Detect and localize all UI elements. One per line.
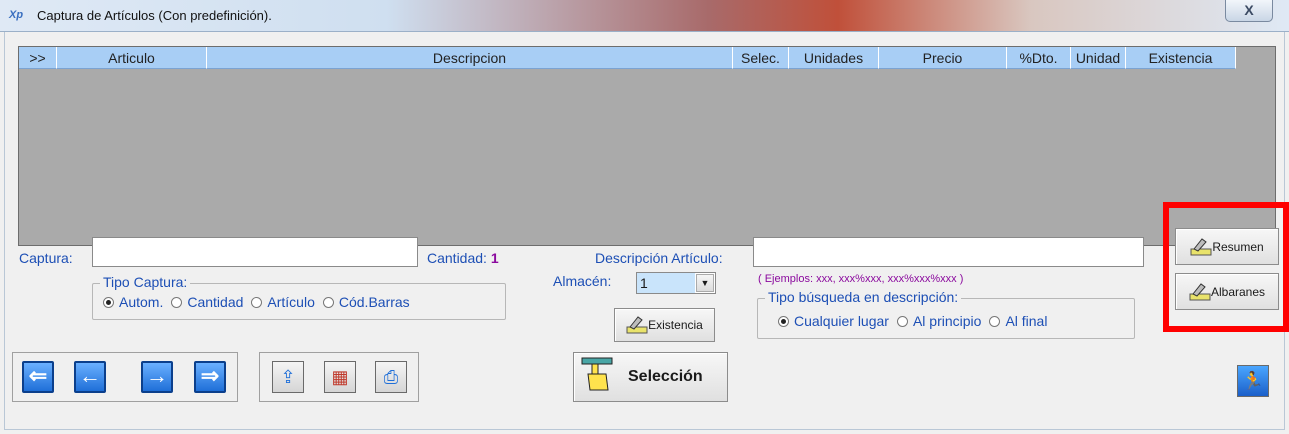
radio-al-principio-circle[interactable] [896,315,908,327]
descripcion-label: Descripción Artículo: [595,250,723,266]
arrow-first-icon[interactable]: ⇐ [22,361,54,393]
chevron-down-icon[interactable]: ▼ [696,274,714,292]
descripcion-input[interactable] [753,237,1144,267]
radio-codbarras[interactable]: Cód.Barras [322,294,410,310]
pointing-hand-icon [580,356,614,399]
radio-cualquier-lugar[interactable]: Cualquier lugar [778,313,889,329]
running-man-icon[interactable]: 🏃 [1237,365,1269,397]
radio-codbarras-label[interactable]: Cód.Barras [339,294,410,310]
almacen-value[interactable]: 1 [637,273,695,293]
col-header-articulo[interactable]: Articulo [57,47,207,69]
radio-al-final-circle[interactable] [989,315,1001,327]
radio-articulo-circle[interactable] [251,296,263,308]
existencia-button-label[interactable]: Existencia [648,318,703,332]
radio-cantidad-circle[interactable] [171,296,183,308]
col-header-unidades[interactable]: Unidades [789,47,879,69]
arrow-last-icon[interactable]: ⇒ [194,361,226,393]
radio-cantidad-label[interactable]: Cantidad [187,294,243,310]
seleccion-button-label[interactable]: Selección [628,368,703,386]
radio-codbarras-circle[interactable] [322,296,334,308]
col-header-unidad[interactable]: Unidad [1071,47,1126,69]
tipo-busqueda-group: Tipo búsqueda en descripción: Cualquier … [757,289,1135,339]
radio-al-principio[interactable]: Al principio [896,313,981,329]
radio-articulo-label[interactable]: Artículo [267,294,314,310]
upload-icon[interactable]: ⇪ [272,361,304,393]
title-bar: Xp Captura de Artículos (Con predefinici… [0,0,1289,32]
radio-autom-label[interactable]: Autom. [119,294,163,310]
nav-button-group: ⇐ ← → ⇒ [12,352,238,402]
almacen-select[interactable]: 1 ▼ [636,272,716,294]
captura-input[interactable] [92,237,418,267]
col-header-existencia[interactable]: Existencia [1126,47,1236,69]
almacen-label: Almacén: [553,273,612,289]
existencia-button[interactable]: Existencia [614,308,715,342]
radio-al-final[interactable]: Al final [989,313,1047,329]
radio-cualquier-lugar-circle[interactable] [778,315,789,327]
cantidad-value: 1 [490,250,499,266]
grid-header: >> Articulo Descripcion Selec. Unidades … [19,47,1236,69]
col-header-precio[interactable]: Precio [879,47,1007,69]
cantidad-label: Cantidad: 1 [427,250,499,266]
col-header-selec[interactable]: Selec. [733,47,789,69]
printer-icon[interactable]: ⎙ [375,361,407,393]
radio-autom[interactable]: Autom. [103,294,163,310]
tipo-captura-legend: Tipo Captura: [100,274,191,290]
window-title: Captura de Artículos (Con predefinición)… [37,8,272,23]
col-header-expand[interactable]: >> [19,47,57,69]
radio-al-principio-label[interactable]: Al principio [913,313,981,329]
seleccion-button[interactable]: Selección [573,352,728,402]
ejemplos-hint: ( Ejemplos: xxx, xxx%xxx, xxx%xxx%xxx ) [758,273,964,285]
col-header-descripcion[interactable]: Descripcion [207,47,733,69]
radio-articulo[interactable]: Artículo [251,294,315,310]
cantidad-label-text: Cantidad: [427,250,487,266]
captura-label: Captura: [19,250,73,266]
radio-autom-circle[interactable] [103,296,114,308]
tipo-captura-options: Autom. Cantidad Artículo Cód.Barras [103,294,418,310]
tools-button-group: ⇪ ▦ ⎙ [259,352,419,402]
cube-icon[interactable]: ▦ [324,361,356,393]
highlight-box [1163,202,1289,332]
radio-cualquier-lugar-label[interactable]: Cualquier lugar [794,313,889,329]
app-icon: Xp [9,9,24,21]
col-header-dto[interactable]: %Dto. [1007,47,1071,69]
tipo-busqueda-legend: Tipo búsqueda en descripción: [765,289,962,305]
pen-paper-icon [626,315,648,335]
radio-al-final-label[interactable]: Al final [1005,313,1047,329]
tipo-busqueda-options: Cualquier lugar Al principio Al final [778,313,1055,329]
radio-cantidad[interactable]: Cantidad [171,294,243,310]
tipo-captura-group: Tipo Captura: Autom. Cantidad Artículo C… [92,274,506,320]
window-body: >> Articulo Descripcion Selec. Unidades … [4,32,1289,430]
arrow-next-icon[interactable]: → [141,361,173,393]
close-button[interactable]: X [1225,0,1273,22]
articles-grid[interactable]: >> Articulo Descripcion Selec. Unidades … [18,46,1276,246]
arrow-prev-icon[interactable]: ← [74,361,106,393]
